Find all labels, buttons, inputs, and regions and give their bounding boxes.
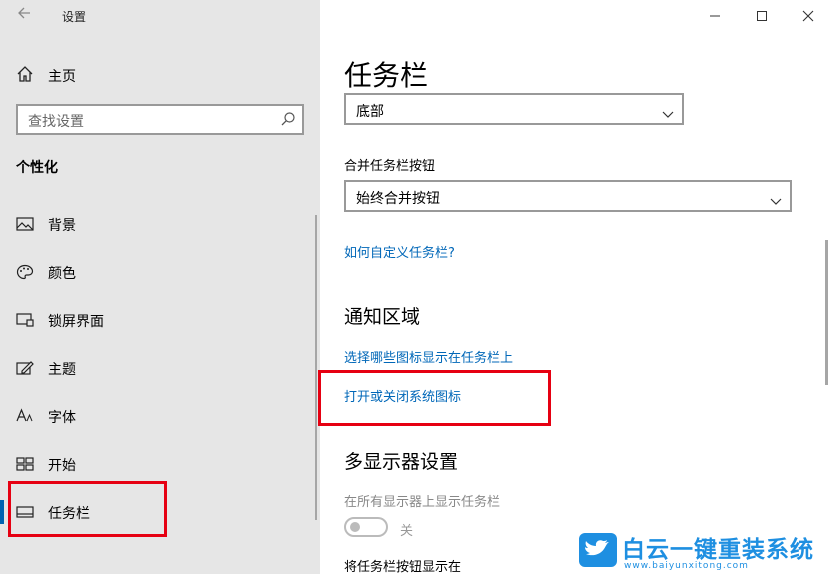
home-icon: [16, 65, 34, 83]
settings-content: 任务栏 底部 合并任务栏按钮 始终合并按钮 如何自定义任务栏? 通知区域 选择哪…: [320, 0, 831, 574]
lock-screen-icon: [16, 312, 34, 328]
sidebar-item-lockscreen[interactable]: 锁屏界面: [0, 300, 320, 340]
sidebar-home-label: 主页: [48, 69, 76, 85]
toggle-knob: [350, 522, 360, 532]
multi-display-heading: 多显示器设置: [344, 451, 459, 473]
palette-icon: [16, 264, 34, 280]
select-icons-link[interactable]: 选择哪些图标显示在任务栏上: [344, 347, 513, 366]
sidebar-item-label: 字体: [48, 410, 76, 426]
page-title: 任务栏: [344, 59, 429, 92]
watermark-brand: 白云一键重装系统: [622, 537, 814, 563]
combine-buttons-dropdown[interactable]: 始终合并按钮: [344, 180, 792, 212]
search-input[interactable]: 查找设置: [16, 104, 304, 135]
toggle-state-label: 关: [400, 524, 414, 539]
chevron-down-icon: [770, 191, 782, 205]
sidebar-item-themes[interactable]: 主题: [0, 348, 320, 388]
back-arrow-icon[interactable]: [12, 4, 36, 28]
close-icon[interactable]: [800, 8, 816, 24]
search-placeholder: 查找设置: [28, 114, 84, 130]
show-all-displays-toggle[interactable]: [344, 517, 388, 537]
customize-taskbar-link[interactable]: 如何自定义任务栏?: [344, 242, 455, 261]
dropdown-value: 始终合并按钮: [356, 191, 440, 207]
watermark-url: www.baiyunxitong.com: [624, 561, 749, 571]
taskbar-position-dropdown[interactable]: 底部: [344, 93, 684, 125]
image-icon: [16, 216, 34, 232]
sidebar-item-label: 开始: [48, 458, 76, 474]
sidebar-item-label: 主题: [48, 362, 76, 378]
font-icon: [16, 408, 34, 424]
show-all-displays-label: 在所有显示器上显示任务栏: [344, 495, 501, 510]
sidebar-item-background[interactable]: 背景: [0, 204, 320, 244]
bird-logo-icon: [578, 532, 618, 568]
content-scrollbar[interactable]: [825, 240, 828, 385]
sidebar-item-start[interactable]: 开始: [0, 444, 320, 484]
dropdown-value: 底部: [356, 104, 384, 120]
sidebar-item-label: 背景: [48, 218, 76, 234]
notification-area-heading: 通知区域: [344, 306, 421, 328]
sidebar-item-label: 锁屏界面: [48, 314, 104, 330]
maximize-icon[interactable]: [754, 8, 770, 24]
section-title-personalization: 个性化: [16, 160, 58, 176]
minimize-icon[interactable]: [707, 8, 723, 24]
sidebar-item-colors[interactable]: 颜色: [0, 252, 320, 292]
sidebar-item-home[interactable]: 主页: [0, 58, 320, 90]
combine-buttons-label: 合并任务栏按钮: [344, 159, 436, 174]
search-icon[interactable]: [280, 111, 296, 127]
active-indicator: [0, 500, 4, 524]
theme-brush-icon: [16, 360, 34, 376]
start-grid-icon: [16, 456, 34, 472]
sidebar-item-fonts[interactable]: 字体: [0, 396, 320, 436]
sidebar-item-label: 颜色: [48, 266, 76, 282]
highlight-box-system-icons: [318, 370, 551, 426]
sidebar-scrollbar[interactable]: [315, 215, 317, 520]
window-title: 设置: [62, 10, 87, 24]
show-buttons-label: 将任务栏按钮显示在: [344, 560, 462, 574]
chevron-down-icon: [662, 104, 674, 118]
watermark: 白云一键重装系统 www.baiyunxitong.com: [578, 528, 831, 574]
highlight-box-taskbar: [8, 481, 167, 537]
